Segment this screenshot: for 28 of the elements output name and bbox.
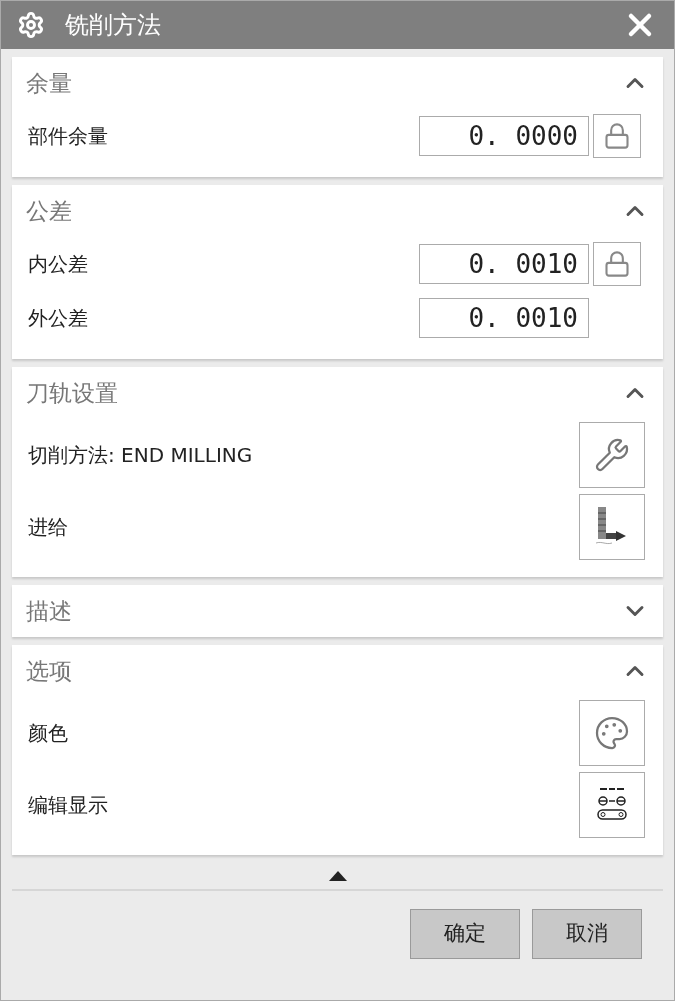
settings-icon [17, 11, 45, 39]
option-label: 颜色 [28, 720, 68, 747]
number-field[interactable]: 0. 0010 [419, 298, 589, 338]
tool-button[interactable] [579, 772, 645, 838]
window-title: 铣削方法 [65, 10, 161, 41]
section-title: 公差 [26, 196, 72, 226]
option-label: 进给 [28, 514, 68, 541]
number-field[interactable]: 0. 0010 [419, 244, 589, 284]
wrench-icon [594, 437, 630, 473]
dialog-button[interactable]: 确定 [410, 909, 520, 959]
field-label: 外公差 [28, 305, 88, 332]
tool-button[interactable] [579, 494, 645, 560]
section-title: 选项 [26, 656, 72, 686]
dialog-button[interactable]: 取消 [532, 909, 642, 959]
collapse-triangle-icon[interactable] [328, 871, 347, 881]
section-title: 余量 [26, 68, 72, 98]
lock-button[interactable] [593, 114, 641, 158]
palette-icon [594, 715, 630, 751]
section-title: 刀轨设置 [26, 378, 118, 408]
lock-button[interactable] [593, 242, 641, 286]
field-label: 内公差 [28, 251, 88, 278]
option-label: 切削方法: END MILLING [28, 442, 253, 469]
section-title: 描述 [26, 596, 72, 626]
number-field[interactable]: 0. 0000 [419, 116, 589, 156]
lock-icon [603, 122, 631, 150]
lock-icon [603, 250, 631, 278]
option-label: 编辑显示 [28, 792, 108, 819]
field-label: 部件余量 [28, 123, 108, 150]
